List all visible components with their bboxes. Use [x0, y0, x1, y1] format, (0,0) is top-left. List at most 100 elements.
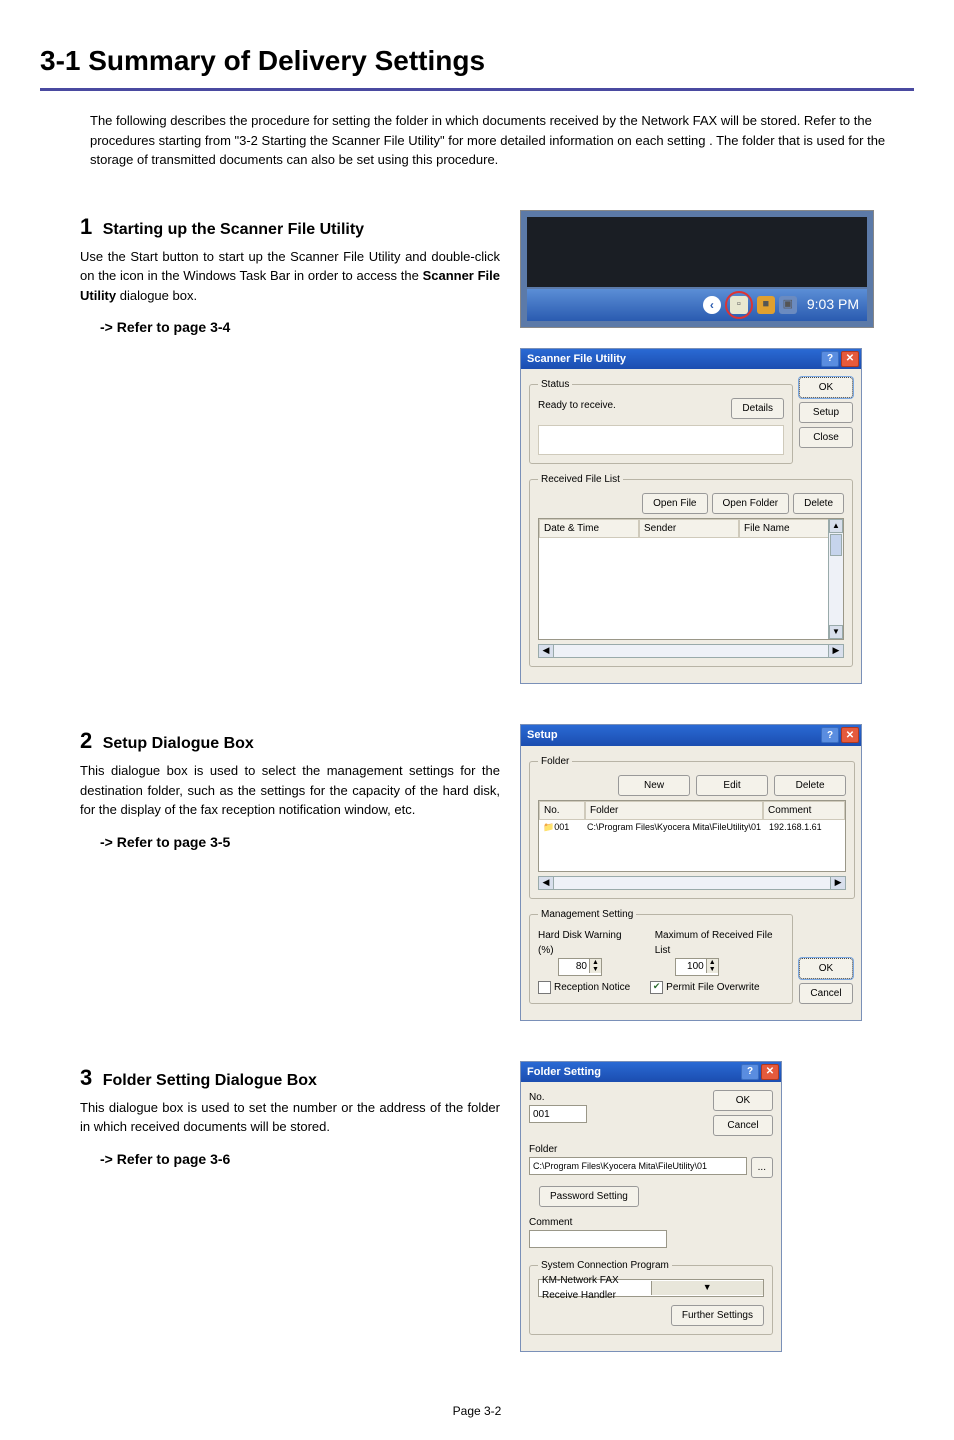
setup-folder-legend: Folder [538, 754, 572, 769]
section-3: 3 Folder Setting Dialogue Box This dialo… [80, 1061, 914, 1353]
scroll-right-icon[interactable]: ▶ [828, 644, 844, 658]
sfu-status-text: Ready to receive. [538, 398, 616, 413]
fs-no-input[interactable] [529, 1105, 587, 1123]
close-dialog-button[interactable]: Close [799, 427, 853, 448]
taskbar-screenshot: ‹ ▫ ■ ▣ 9:03 PM [520, 210, 874, 328]
sfu-rfl-legend: Received File List [538, 472, 623, 487]
fs-ok-button[interactable]: OK [713, 1090, 773, 1111]
help-button[interactable]: ? [821, 727, 839, 743]
row-no[interactable]: 📁001 [539, 821, 583, 835]
spin-up-icon[interactable]: ▲ [589, 959, 601, 966]
permit-overwrite-checkbox[interactable]: ✔Permit File Overwrite [650, 980, 759, 995]
received-file-list[interactable]: Date & Time Sender File Name ▲ ▼ [538, 518, 844, 640]
tray-icon-shield[interactable]: ■ [757, 296, 775, 314]
scroll-left-icon[interactable]: ◀ [538, 876, 554, 890]
taskbar-clock: 9:03 PM [807, 294, 859, 315]
setup-button[interactable]: Setup [799, 402, 853, 423]
mgmt-legend: Management Setting [538, 907, 636, 922]
close-button[interactable]: ✕ [841, 727, 859, 743]
step1-body: Use the Start button to start up the Sca… [80, 247, 500, 306]
password-setting-button[interactable]: Password Setting [539, 1186, 639, 1207]
taskbar: ‹ ▫ ■ ▣ 9:03 PM [527, 289, 867, 321]
step2-number: 2 [80, 728, 92, 753]
scroll-thumb[interactable] [830, 534, 842, 556]
step2-body: This dialogue box is used to select the … [80, 761, 500, 820]
setup-ok-button[interactable]: OK [799, 958, 853, 979]
maxrfl-label: Maximum of Received File List [655, 928, 784, 958]
help-button[interactable]: ? [821, 351, 839, 367]
scroll-left-icon[interactable]: ◀ [538, 644, 554, 658]
vertical-scrollbar[interactable]: ▲ ▼ [828, 519, 843, 639]
step3-title: Folder Setting Dialogue Box [103, 1072, 317, 1089]
scanner-utility-tray-highlight: ▫ [725, 291, 753, 319]
chevron-down-icon[interactable]: ▼ [651, 1281, 764, 1295]
folder-list[interactable]: No. Folder Comment 📁001 C:\Program Files… [538, 800, 846, 872]
help-button[interactable]: ? [741, 1064, 759, 1080]
open-folder-button[interactable]: Open Folder [712, 493, 790, 514]
tray-icon-display[interactable]: ▣ [779, 296, 797, 314]
step2-heading: 2 Setup Dialogue Box [80, 724, 500, 757]
open-file-button[interactable]: Open File [642, 493, 707, 514]
scanner-file-utility-dialog: Scanner File Utility ? ✕ Status Ready to… [520, 348, 862, 685]
hdw-label: Hard Disk Warning (%) [538, 928, 635, 958]
step1-body-post: dialogue box. [116, 288, 197, 303]
spin-down-icon[interactable]: ▼ [589, 966, 601, 973]
scroll-up-icon[interactable]: ▲ [829, 519, 843, 533]
col-comment[interactable]: Comment [763, 801, 845, 820]
delete-file-button[interactable]: Delete [793, 493, 844, 514]
setup-cancel-button[interactable]: Cancel [799, 983, 853, 1004]
step3-body: This dialogue box is used to set the num… [80, 1098, 500, 1137]
step3-number: 3 [80, 1065, 92, 1090]
new-button[interactable]: New [618, 775, 690, 796]
step1-title: Starting up the Scanner File Utility [103, 221, 364, 238]
sfu-title: Scanner File Utility [527, 351, 626, 368]
close-button[interactable]: ✕ [761, 1064, 779, 1080]
step2-title: Setup Dialogue Box [103, 735, 254, 752]
section-2: 2 Setup Dialogue Box This dialogue box i… [80, 724, 914, 1021]
sfu-titlebar[interactable]: Scanner File Utility ? ✕ [521, 349, 861, 370]
delete-folder-button[interactable]: Delete [774, 775, 846, 796]
fs-title: Folder Setting [527, 1064, 601, 1081]
edit-button[interactable]: Edit [696, 775, 768, 796]
further-settings-button[interactable]: Further Settings [671, 1305, 764, 1326]
row-folder[interactable]: C:\Program Files\Kyocera Mita\FileUtilit… [583, 821, 765, 835]
spin-down-icon[interactable]: ▼ [706, 966, 718, 973]
fs-titlebar[interactable]: Folder Setting ? ✕ [521, 1062, 781, 1083]
hdw-input[interactable] [559, 959, 589, 975]
ok-button[interactable]: OK [799, 377, 853, 398]
scp-dropdown[interactable]: KM-Network FAX Receive Handler ▼ [538, 1279, 764, 1297]
col-folder[interactable]: Folder [585, 801, 763, 820]
step2-refer: -> Refer to page 3-5 [100, 832, 500, 853]
hdw-spinner[interactable]: ▲▼ [558, 958, 602, 976]
horizontal-scrollbar[interactable]: ◀ ▶ [538, 876, 846, 890]
folder-setting-dialog: Folder Setting ? ✕ No. OK Cancel [520, 1061, 782, 1353]
scroll-right-icon[interactable]: ▶ [830, 876, 846, 890]
fs-comment-input[interactable] [529, 1230, 667, 1248]
spin-up-icon[interactable]: ▲ [706, 959, 718, 966]
fs-cancel-button[interactable]: Cancel [713, 1115, 773, 1136]
reception-notice-checkbox[interactable]: Reception Notice [538, 980, 630, 995]
setup-dialog: Setup ? ✕ Folder New Edit Delete [520, 724, 862, 1021]
sfu-status-legend: Status [538, 377, 572, 392]
details-button[interactable]: Details [731, 398, 784, 419]
maxrfl-input[interactable] [676, 959, 706, 975]
col-no[interactable]: No. [539, 801, 585, 820]
browse-button[interactable]: ... [751, 1157, 773, 1178]
scanner-utility-tray-icon[interactable]: ▫ [730, 296, 748, 314]
horizontal-scrollbar[interactable]: ◀ ▶ [538, 644, 844, 658]
setup-titlebar[interactable]: Setup ? ✕ [521, 725, 861, 746]
scroll-down-icon[interactable]: ▼ [829, 625, 843, 639]
row-comment[interactable]: 192.168.1.61 [765, 821, 845, 835]
tray-collapse-icon[interactable]: ‹ [703, 296, 721, 314]
section-1: 1 Starting up the Scanner File Utility U… [80, 210, 914, 685]
col-sender[interactable]: Sender [639, 519, 739, 538]
fs-scp-legend: System Connection Program [538, 1258, 672, 1273]
fs-folder-input[interactable] [529, 1157, 747, 1175]
fs-folder-label: Folder [529, 1142, 773, 1157]
maxrfl-spinner[interactable]: ▲▼ [675, 958, 719, 976]
intro-paragraph: The following describes the procedure fo… [90, 111, 914, 170]
page-title: 3-1 Summary of Delivery Settings [40, 40, 914, 91]
close-button[interactable]: ✕ [841, 351, 859, 367]
step3-refer: -> Refer to page 3-6 [100, 1149, 500, 1170]
col-date[interactable]: Date & Time [539, 519, 639, 538]
